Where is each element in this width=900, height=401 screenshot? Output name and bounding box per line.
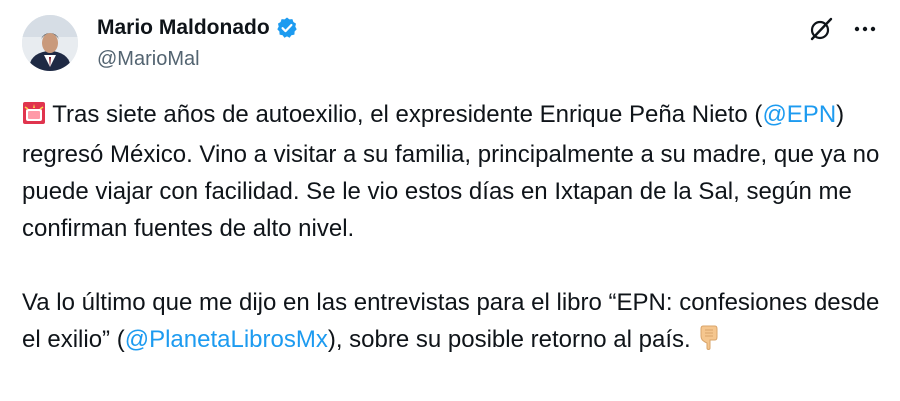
police-light-emoji: [22, 99, 46, 136]
paragraph-1-text-start: Tras siete años de autoexilio, el expres…: [46, 101, 763, 128]
mention-link-planetalibrosmx[interactable]: @PlanetaLibrosMx: [125, 326, 328, 353]
paragraph-2-text-end: ), sobre su posible retorno al país.: [327, 326, 698, 353]
tweet-paragraph-2: Va lo último que me dijo en las entrevis…: [22, 284, 882, 361]
verified-badge-icon[interactable]: [275, 16, 299, 40]
tweet-actions: [806, 14, 880, 44]
author-name-row: Mario Maldonado: [97, 16, 299, 40]
mention-link-epn[interactable]: @EPN: [762, 101, 836, 128]
more-options-icon[interactable]: [850, 14, 880, 44]
grok-icon[interactable]: [806, 14, 836, 44]
backhand-index-pointing-down-emoji: [697, 324, 721, 361]
tweet-text: Tras siete años de autoexilio, el expres…: [22, 96, 882, 361]
author-handle[interactable]: @MarioMal: [97, 48, 200, 71]
avatar[interactable]: [22, 15, 78, 71]
tweet-paragraph-1: Tras siete años de autoexilio, el expres…: [22, 96, 882, 247]
avatar-image: [22, 15, 78, 71]
author-display-name[interactable]: Mario Maldonado: [97, 16, 270, 40]
